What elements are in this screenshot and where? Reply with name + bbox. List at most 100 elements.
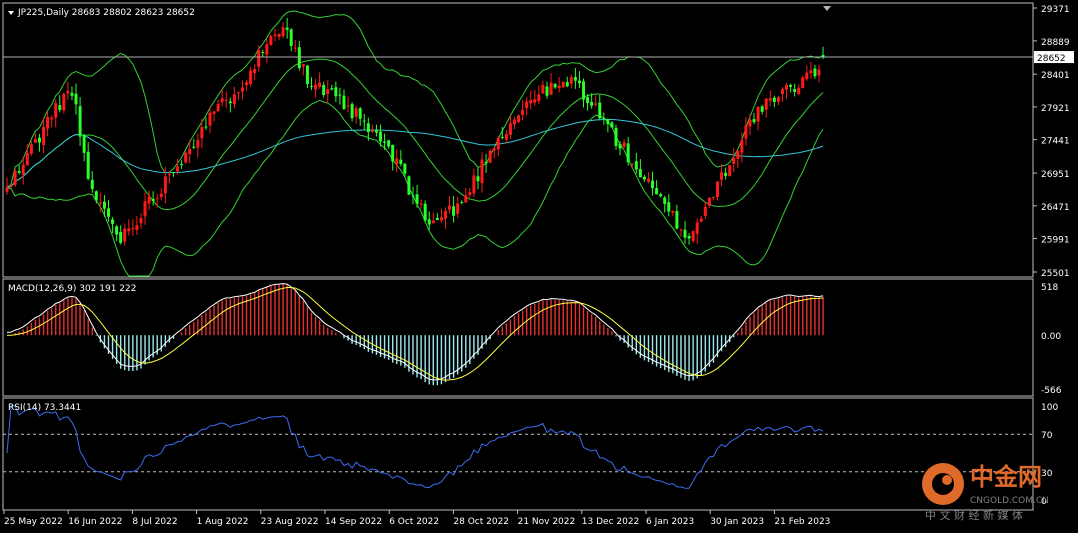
candle-body — [415, 194, 419, 205]
bollinger-middle-line — [6, 58, 824, 211]
macd-panel[interactable]: 518 0.00 -566 MACD(12,26,9) 302 191 222 — [2, 278, 1062, 397]
candle-body — [155, 198, 159, 200]
candle-body — [573, 77, 577, 81]
candle — [772, 95, 776, 108]
candle-body — [529, 100, 533, 104]
candle — [326, 80, 330, 104]
candle — [655, 180, 659, 195]
candle-body — [334, 87, 338, 97]
candle-body — [135, 225, 139, 230]
rsi-panel[interactable]: 10070300RSI(14) 73.3441 — [2, 397, 1058, 511]
candle-body — [614, 127, 618, 146]
candle-body — [46, 116, 50, 129]
candle-body — [634, 161, 638, 170]
candle-body — [772, 97, 776, 103]
candle-body — [50, 117, 54, 120]
candle-body — [163, 176, 167, 194]
candle — [707, 197, 711, 208]
candle-body — [58, 105, 62, 110]
candle — [362, 114, 366, 130]
candle-body — [285, 27, 289, 30]
candle — [443, 207, 447, 229]
candle — [411, 186, 415, 205]
candle — [273, 28, 277, 42]
candle — [553, 83, 557, 89]
candle-body — [805, 72, 809, 80]
triangle-down-icon[interactable] — [8, 11, 14, 15]
candle-body — [74, 93, 78, 105]
time-tick-label: 6 Jan 2023 — [646, 517, 694, 527]
candle-body — [366, 123, 370, 133]
candle-body — [732, 157, 736, 164]
candle — [634, 152, 638, 174]
candle-body — [484, 161, 488, 164]
candle — [192, 138, 196, 150]
candle — [752, 112, 756, 125]
candle-body — [456, 203, 460, 214]
candle-body — [277, 33, 281, 37]
candle-body — [549, 82, 553, 95]
price-tick-label: 27441 — [1041, 137, 1070, 147]
candle-body — [789, 84, 793, 87]
candle — [37, 134, 41, 152]
candle-body — [102, 201, 106, 209]
candle-body — [517, 115, 521, 122]
bollinger-upper-line — [6, 10, 824, 189]
candle — [448, 196, 452, 214]
candle — [789, 83, 793, 93]
swirl-logo-icon — [922, 463, 964, 505]
candle — [407, 175, 411, 196]
candle — [94, 190, 98, 204]
candle-body — [86, 151, 90, 179]
candle — [135, 216, 139, 235]
candle — [569, 74, 573, 89]
candle — [679, 228, 683, 238]
candle — [484, 153, 488, 173]
candle — [541, 80, 545, 94]
shift-marker-icon[interactable] — [823, 6, 831, 11]
candle-body — [249, 70, 253, 85]
candle-body — [261, 52, 265, 54]
candle-body — [159, 193, 163, 198]
price-tick-label: 28889 — [1041, 38, 1070, 48]
candle — [732, 148, 736, 172]
candle-body — [374, 130, 378, 133]
candle — [517, 114, 521, 124]
candle — [58, 95, 62, 113]
candle-body — [707, 197, 711, 206]
candle-body — [476, 176, 480, 182]
time-tick-label: 28 Oct 2022 — [453, 517, 509, 527]
candle-body — [176, 166, 180, 172]
candle — [419, 199, 423, 209]
candle-body — [695, 222, 699, 234]
candle-body — [728, 165, 732, 177]
candle-body — [379, 131, 383, 142]
candle-body — [443, 211, 447, 219]
candle-body — [626, 143, 630, 163]
candle — [66, 81, 70, 100]
candle-body — [131, 228, 135, 230]
candle-body — [452, 206, 456, 216]
candle — [119, 225, 123, 245]
trading-chart[interactable]: 28652 29371 28889 28401 27921 27441 26951 26471… — [0, 0, 1078, 533]
candle — [748, 114, 752, 136]
candle — [496, 136, 500, 157]
candle-body — [622, 142, 626, 147]
candle-body — [687, 235, 691, 239]
candle-body — [350, 104, 354, 119]
candle-body — [492, 148, 496, 151]
candle — [651, 171, 655, 196]
candle-body — [472, 175, 476, 194]
candle — [521, 99, 525, 121]
candle — [614, 124, 618, 150]
candle-body — [273, 34, 277, 36]
price-panel[interactable]: 28652 29371 28889 28401 27921 27441 26951 26471… — [2, 2, 1074, 279]
candle-body — [545, 86, 549, 96]
candle-body — [240, 87, 244, 92]
candle-body — [184, 152, 188, 163]
candle-body — [646, 178, 650, 182]
candle — [464, 188, 468, 204]
candle-body — [439, 217, 443, 221]
candle — [776, 95, 780, 106]
candle — [533, 90, 537, 106]
